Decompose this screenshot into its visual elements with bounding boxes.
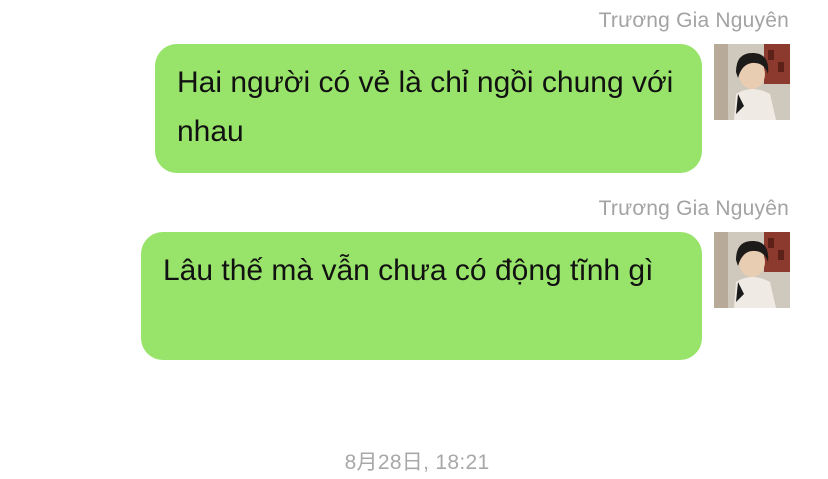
avatar[interactable] (714, 44, 790, 120)
message-timestamp: 8月28日, 18:21 (344, 451, 490, 474)
user-avatar-icon (714, 44, 790, 120)
sender-name: Trương Gia Nguyên (598, 9, 789, 32)
user-avatar-icon (714, 232, 790, 308)
message-bubble[interactable]: Lâu thế mà vẫn chưa có động tĩnh gì (141, 232, 702, 360)
chat-message-list: Trương Gia Nguyên Hai người có vẻ là chỉ… (0, 0, 828, 479)
avatar[interactable] (714, 232, 790, 308)
message-bubble[interactable]: Hai người có vẻ là chỉ ngồi chung với nh… (155, 44, 702, 173)
sender-name: Trương Gia Nguyên (598, 197, 789, 220)
